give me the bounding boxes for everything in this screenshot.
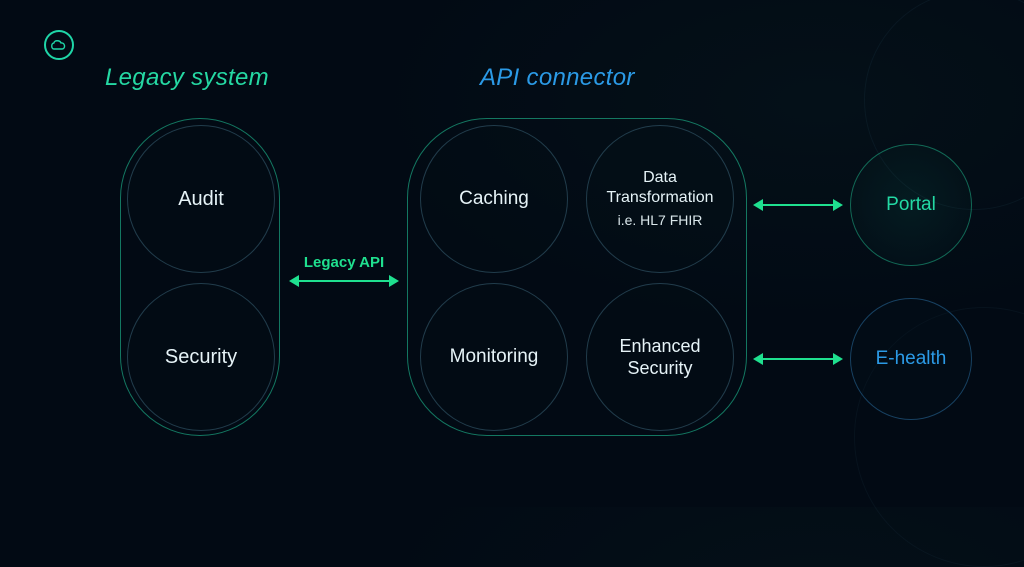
node-label: Enhanced Security bbox=[595, 335, 725, 380]
node-data-transformation: Data Transformation i.e. HL7 FHIR bbox=[586, 125, 734, 273]
node-monitoring: Monitoring bbox=[420, 283, 568, 431]
heading-legacy-system: Legacy system bbox=[105, 64, 269, 92]
legacy-system-group: Audit Security bbox=[120, 118, 280, 436]
bidirectional-arrow-icon bbox=[762, 204, 834, 206]
node-sublabel: i.e. HL7 FHIR bbox=[618, 212, 703, 230]
node-label: Audit bbox=[178, 188, 224, 211]
node-label: Security bbox=[165, 346, 237, 369]
node-label: Caching bbox=[459, 187, 529, 211]
bidirectional-arrow-icon bbox=[762, 358, 834, 360]
node-label: Monitoring bbox=[450, 345, 539, 369]
api-connector-group: Caching Data Transformation i.e. HL7 FHI… bbox=[407, 118, 747, 436]
node-enhanced-security: Enhanced Security bbox=[586, 283, 734, 431]
node-label: Data Transformation bbox=[595, 168, 725, 208]
node-caching: Caching bbox=[420, 125, 568, 273]
bidirectional-arrow-icon bbox=[298, 280, 390, 282]
node-label: Portal bbox=[886, 194, 936, 216]
node-audit: Audit bbox=[127, 125, 275, 273]
node-label: E-health bbox=[876, 348, 947, 370]
node-ehealth: E-health bbox=[850, 298, 972, 420]
brand-logo-icon bbox=[44, 30, 74, 60]
node-security: Security bbox=[127, 283, 275, 431]
node-portal: Portal bbox=[850, 144, 972, 266]
connector-label-legacy-api: Legacy API bbox=[298, 254, 390, 271]
heading-api-connector: API connector bbox=[480, 64, 635, 92]
